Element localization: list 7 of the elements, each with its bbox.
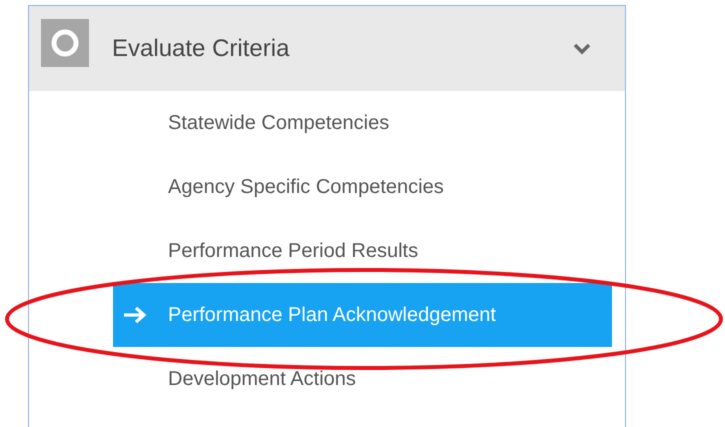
menu-item[interactable]: Statewide Competencies (113, 91, 612, 155)
menu-item[interactable]: Development Actions (113, 347, 612, 411)
arrow-icon (123, 306, 147, 324)
menu-item[interactable]: Agency Specific Competencies (113, 155, 612, 219)
section-header[interactable]: Evaluate Criteria (29, 6, 625, 91)
section-title: Evaluate Criteria (112, 34, 290, 62)
menu-item[interactable]: Performance Period Results (113, 219, 612, 283)
